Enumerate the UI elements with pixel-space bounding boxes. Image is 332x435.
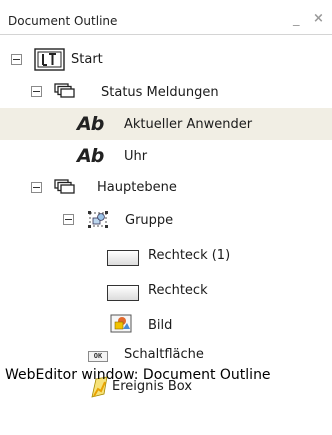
text-element-icon: Ab [77, 145, 104, 167]
tree-item-hauptebene[interactable]: Hauptebene [0, 172, 332, 204]
document-outline-panel: Document Outline _ × Start Status Meldun… [0, 0, 332, 435]
image-caption: WebEditor window: Document Outline [5, 367, 271, 383]
tree-item-start[interactable]: Start [0, 44, 332, 76]
close-button[interactable]: × [313, 12, 324, 25]
tree-item-gruppe[interactable]: Gruppe [0, 204, 332, 236]
rectangle-icon [107, 250, 139, 266]
collapse-toggle[interactable] [31, 182, 42, 193]
tree-item-label: Gruppe [125, 213, 174, 228]
tree-item-label: Uhr [124, 149, 148, 164]
group-icon [87, 209, 109, 233]
collapse-toggle[interactable] [11, 54, 22, 65]
button-ok-icon: OK [88, 351, 108, 362]
text-element-icon: Ab [77, 113, 104, 135]
tree-item-label: Rechteck (1) [148, 248, 231, 263]
page-layout-icon [34, 48, 65, 75]
tree-item-aktueller-anwender[interactable]: Ab Aktueller Anwender [0, 108, 332, 140]
tree-item-label: Schaltfläche [124, 347, 204, 362]
tree-item-label: Rechteck [148, 283, 208, 298]
tree-item-label: Status Meldungen [101, 85, 219, 100]
tree-item-rechteck-1[interactable]: Rechteck (1) [0, 240, 332, 272]
panel-title: Document Outline [8, 14, 118, 28]
panel-titlebar: Document Outline _ × [0, 0, 332, 35]
tree-item-rechteck[interactable]: Rechteck [0, 275, 332, 307]
tree-item-label: Bild [148, 318, 173, 333]
tree-item-label: Start [71, 52, 103, 67]
tree-item-uhr[interactable]: Ab Uhr [0, 140, 332, 172]
tree-item-bild[interactable]: Bild [0, 308, 332, 340]
minimize-button[interactable]: _ [293, 13, 300, 26]
layers-icon [54, 179, 76, 198]
collapse-toggle[interactable] [63, 214, 74, 225]
rectangle-icon [107, 285, 139, 301]
collapse-toggle[interactable] [31, 86, 42, 97]
tree-item-status-meldungen[interactable]: Status Meldungen [0, 76, 332, 108]
layers-icon [54, 83, 76, 102]
tree-item-label: Aktueller Anwender [124, 117, 253, 132]
tree-item-label: Hauptebene [97, 180, 177, 195]
image-icon [110, 314, 132, 337]
